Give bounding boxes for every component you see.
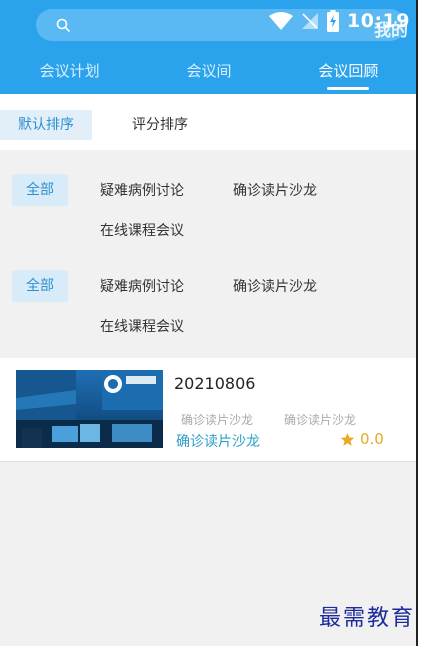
sort-bar: 默认排序 评分排序 — [0, 94, 416, 150]
filter-group-2: 全部 疑难病例讨论 确诊读片沙龙 在线课程会议 — [0, 256, 416, 352]
sort-default-button[interactable]: 默认排序 — [0, 110, 92, 140]
rating-value: 0.0 — [360, 430, 384, 448]
meeting-tag: 确诊读片沙龙 — [284, 413, 357, 427]
mine-link[interactable]: 我的 — [374, 16, 408, 41]
sort-score-button[interactable]: 评分排序 — [132, 110, 188, 140]
filter-difficult-cases[interactable]: 疑难病例讨论 — [100, 180, 184, 200]
battery-charging-icon — [327, 10, 340, 32]
wifi-icon — [269, 12, 294, 30]
star-icon — [340, 432, 355, 446]
meeting-list-item[interactable]: 20210806 确诊读片沙龙 确诊读片沙龙 确诊读片沙龙 0.0 — [0, 358, 416, 462]
filter-group-1: 全部 疑难病例讨论 确诊读片沙龙 在线课程会议 — [0, 160, 416, 256]
filter-online-course[interactable]: 在线课程会议 — [100, 220, 184, 240]
filter-reading-salon[interactable]: 确诊读片沙龙 — [233, 276, 317, 296]
meeting-rating: 0.0 — [340, 430, 384, 448]
tab-meeting-review[interactable]: 会议回顾 — [279, 52, 416, 92]
filter-difficult-cases[interactable]: 疑难病例讨论 — [100, 276, 184, 296]
filter-online-course[interactable]: 在线课程会议 — [100, 316, 184, 336]
meeting-thumbnail — [16, 370, 163, 448]
header-bar: 10:19 我的 会议计划 会议间 会议回顾 — [0, 0, 416, 94]
meeting-tag: 确诊读片沙龙 — [181, 413, 254, 427]
filter-all-button[interactable]: 全部 — [12, 174, 68, 206]
filter-reading-salon[interactable]: 确诊读片沙龙 — [233, 180, 317, 200]
meeting-category: 确诊读片沙龙 — [176, 434, 260, 450]
tab-meeting-room[interactable]: 会议间 — [139, 52, 278, 92]
app-screen: 10:19 我的 会议计划 会议间 会议回顾 默认排序 评分排序 全部 疑难病例… — [0, 0, 418, 646]
filter-all-button[interactable]: 全部 — [12, 270, 68, 302]
meeting-title: 20210806 — [174, 374, 256, 393]
search-icon — [56, 18, 70, 32]
watermark-text: 最需教育 — [318, 606, 415, 631]
no-signal-icon — [302, 13, 319, 29]
tab-meeting-plan[interactable]: 会议计划 — [0, 52, 139, 92]
tab-bar: 会议计划 会议间 会议回顾 — [0, 52, 416, 92]
